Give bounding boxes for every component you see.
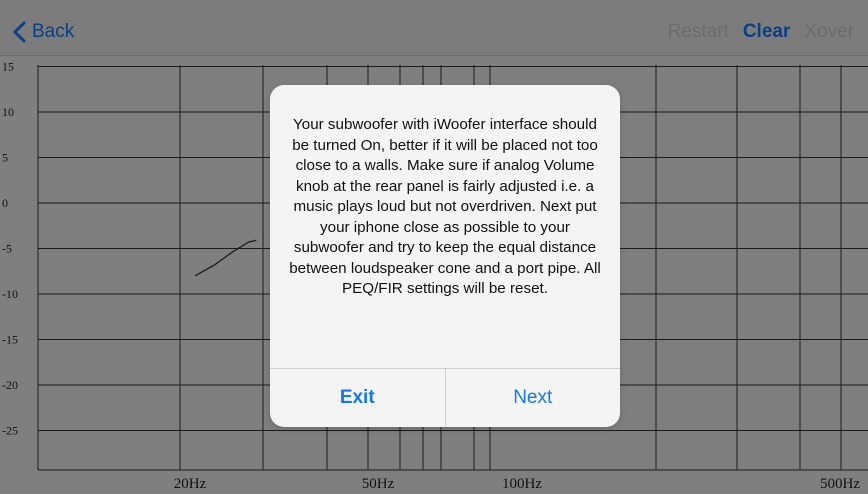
xover-button[interactable]: Xover <box>804 21 854 43</box>
y-tick-label: -25 <box>2 424 18 438</box>
response-curve-line <box>194 239 257 277</box>
alert-dialog: Your subwoofer with iWoofer interface sh… <box>270 85 620 427</box>
y-tick-labels: 15 10 5 0 -5 -10 -15 -20 -25 <box>2 60 18 438</box>
chevron-left-icon <box>13 21 26 43</box>
y-tick-label: -10 <box>2 287 18 301</box>
y-tick-label: 10 <box>2 105 14 119</box>
alert-message: Your subwoofer with iWoofer interface sh… <box>289 116 601 297</box>
response-curve <box>194 239 257 277</box>
x-tick-label: 500Hz <box>820 476 860 492</box>
y-tick-label: 5 <box>2 151 8 165</box>
alert-actions: Exit Next <box>270 368 620 427</box>
y-tick-label: 15 <box>2 60 14 74</box>
y-tick-label: 0 <box>2 196 8 210</box>
x-tick-label: 20Hz <box>174 476 207 492</box>
x-tick-label: 100Hz <box>502 476 542 492</box>
restart-button[interactable]: Restart <box>668 21 729 43</box>
exit-button[interactable]: Exit <box>270 369 446 427</box>
x-tick-labels: 20Hz 50Hz 100Hz 500Hz <box>174 476 861 492</box>
x-tick-label: 50Hz <box>362 476 395 492</box>
next-button[interactable]: Next <box>446 369 621 427</box>
back-label: Back <box>32 21 75 42</box>
y-tick-label: -20 <box>2 378 18 392</box>
y-tick-label: -15 <box>2 333 18 347</box>
navigation-bar: Back Restart Clear Xover <box>0 0 868 56</box>
back-button[interactable]: Back <box>12 18 74 46</box>
y-tick-label: -5 <box>2 242 12 256</box>
clear-button[interactable]: Clear <box>743 21 791 43</box>
